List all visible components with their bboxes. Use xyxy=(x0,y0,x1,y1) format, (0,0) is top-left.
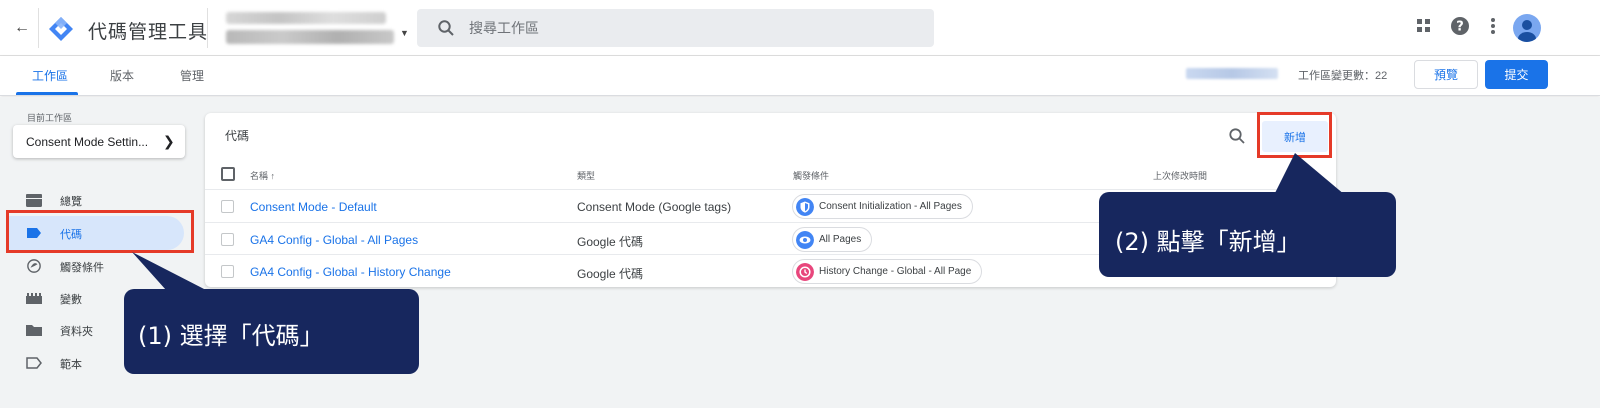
workspace-search[interactable] xyxy=(417,9,934,47)
row-checkbox[interactable] xyxy=(221,265,234,278)
tag-name-link[interactable]: GA4 Config - Global - History Change xyxy=(250,265,451,279)
trigger-chip[interactable]: Consent Initialization - All Pages xyxy=(792,194,973,219)
sidebar-item-label: 變數 xyxy=(60,294,82,306)
current-workspace-label: 目前工作區 xyxy=(27,113,73,123)
trigger-label: All Pages xyxy=(819,234,862,245)
sidebar-item-triggers[interactable]: 觸發條件 xyxy=(0,249,190,283)
folder-icon xyxy=(26,325,42,336)
trigger-chip[interactable]: All Pages xyxy=(792,227,873,252)
sidebar-item-label: 觸發條件 xyxy=(60,262,104,274)
account-avatar-icon[interactable] xyxy=(1513,14,1541,42)
help-icon[interactable]: ? xyxy=(1450,16,1470,36)
tag-name-link[interactable]: Consent Mode - Default xyxy=(250,200,377,214)
preview-button[interactable]: 預覽 xyxy=(1414,60,1478,89)
overview-folder-icon xyxy=(26,194,42,207)
search-icon xyxy=(438,20,454,36)
sidebar-item-label: 資料夾 xyxy=(60,326,93,338)
highlight-tags-nav xyxy=(6,210,194,253)
column-header-triggers[interactable]: 觸發條件 xyxy=(793,169,829,182)
more-vert-icon[interactable] xyxy=(1486,16,1500,36)
app-title: 代碼管理工具 xyxy=(88,22,209,43)
workspace-changes-count: 工作區變更數：22 xyxy=(1298,70,1388,82)
workspace-name-redacted xyxy=(1186,68,1278,79)
row-checkbox[interactable] xyxy=(221,233,234,246)
tab-admin[interactable]: 管理 xyxy=(180,67,204,84)
sidebar-item-label: 範本 xyxy=(60,359,82,371)
divider xyxy=(38,8,39,48)
tag-name-link[interactable]: GA4 Config - Global - All Pages xyxy=(250,233,418,247)
workspace-selector[interactable]: Consent Mode Settin... ❯ xyxy=(13,125,185,158)
tag-type: Google 代碼 xyxy=(577,235,644,249)
top-app-bar: ← 代碼管理工具 ▼ ? xyxy=(0,0,1600,56)
select-all-checkbox[interactable] xyxy=(221,167,235,181)
gtm-logo-icon[interactable] xyxy=(48,16,74,42)
workspace-toolbar: 工作區 版本 管理 工作區變更數：22 預覽 提交 xyxy=(0,56,1600,96)
column-header-type[interactable]: 類型 xyxy=(577,169,595,182)
trigger-label: History Change - Global - All Page xyxy=(819,266,972,277)
trigger-chip[interactable]: History Change - Global - All Page xyxy=(792,259,983,284)
row-checkbox[interactable] xyxy=(221,200,234,213)
callout-step-2: (2) 點擊「新增」 xyxy=(1099,192,1396,277)
account-container-selector[interactable] xyxy=(226,10,396,46)
card-title: 代碼 xyxy=(225,129,250,143)
account-name-redacted xyxy=(226,12,386,24)
column-header-last-edited[interactable]: 上次修改時間 xyxy=(1153,169,1207,182)
consent-shield-icon xyxy=(796,198,814,216)
submit-button[interactable]: 提交 xyxy=(1485,60,1548,89)
callout-step-2-text: (2) 點擊「新增」 xyxy=(1115,228,1301,256)
container-name-redacted xyxy=(226,30,394,44)
history-icon xyxy=(796,263,814,281)
tab-workspace[interactable]: 工作區 xyxy=(32,67,68,84)
search-input[interactable] xyxy=(469,9,909,47)
svg-text:?: ? xyxy=(1456,20,1464,35)
trigger-label: Consent Initialization - All Pages xyxy=(819,201,962,212)
variables-icon xyxy=(26,293,42,304)
apps-grid-icon[interactable] xyxy=(1414,16,1434,36)
eye-icon xyxy=(796,231,814,249)
search-icon[interactable] xyxy=(1228,127,1246,145)
trigger-icon xyxy=(27,259,41,273)
column-header-name[interactable]: 名稱 ↑ xyxy=(250,169,275,182)
active-tab-indicator xyxy=(16,92,78,95)
tab-versions[interactable]: 版本 xyxy=(110,67,134,84)
tag-type: Google 代碼 xyxy=(577,267,644,281)
tag-type: Consent Mode (Google tags) xyxy=(577,200,732,214)
callout-step-1-text: (1) 選擇「代碼」 xyxy=(138,322,324,350)
workspace-name: Consent Mode Settin... xyxy=(26,135,149,149)
chevron-right-icon: ❯ xyxy=(163,133,175,149)
template-icon xyxy=(26,357,42,369)
sidebar-item-label: 總覽 xyxy=(60,196,82,208)
caret-down-icon[interactable]: ▼ xyxy=(400,28,409,38)
callout-step-1: (1) 選擇「代碼」 xyxy=(124,289,419,374)
divider xyxy=(207,8,208,48)
arrow-left-icon[interactable]: ← xyxy=(12,18,32,38)
highlight-new-button xyxy=(1257,112,1332,158)
